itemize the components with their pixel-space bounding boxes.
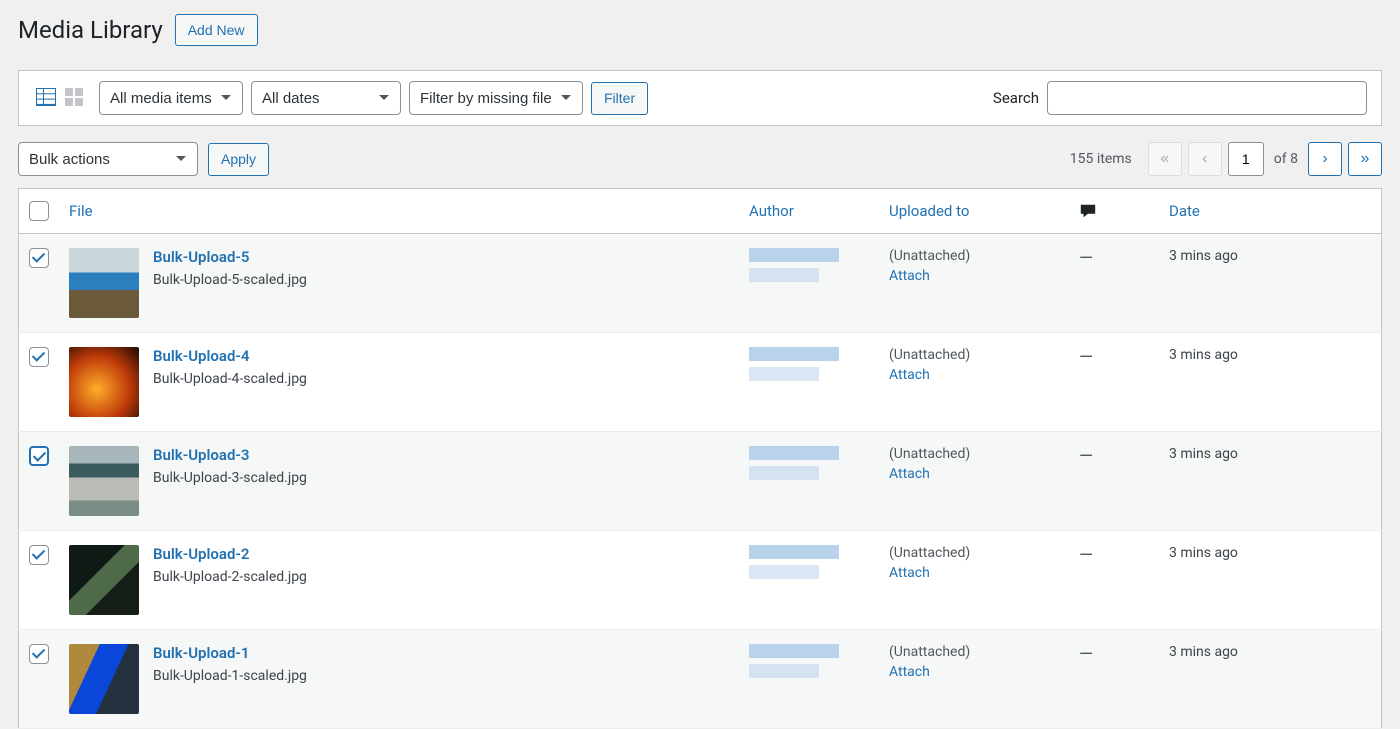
comments-count: —: [1079, 446, 1093, 467]
bulk-actions-select[interactable]: Bulk actions: [18, 142, 198, 176]
date-value: 3 mins ago: [1169, 347, 1238, 363]
attach-link[interactable]: Attach: [889, 367, 1059, 383]
author-redacted: [749, 367, 819, 381]
media-type-select[interactable]: All media items: [99, 81, 243, 115]
row-checkbox[interactable]: [29, 347, 49, 367]
author-redacted: [749, 466, 819, 480]
chevron-right-icon: ›: [1322, 150, 1327, 168]
thumbnail[interactable]: [69, 545, 139, 615]
list-view-button[interactable]: [33, 85, 59, 111]
chevron-left-icon: ‹: [1202, 150, 1207, 168]
col-uploaded-to[interactable]: Uploaded to: [889, 202, 969, 220]
table-row: Bulk-Upload-3 Bulk-Upload-3-scaled.jpg (Un…: [19, 432, 1382, 531]
date-value: 3 mins ago: [1169, 248, 1238, 264]
last-page-button[interactable]: »: [1348, 142, 1382, 176]
uploaded-to-status: (Unattached): [889, 446, 1059, 462]
search-label: Search: [993, 89, 1039, 107]
search-input[interactable]: [1047, 81, 1367, 115]
filter-bar: All media items All dates Filter by miss…: [18, 70, 1382, 126]
uploaded-to-status: (Unattached): [889, 347, 1059, 363]
thumbnail[interactable]: [69, 347, 139, 417]
filter-button[interactable]: Filter: [591, 82, 648, 114]
author-redacted: [749, 565, 819, 579]
comments-icon[interactable]: [1079, 202, 1149, 220]
table-row: Bulk-Upload-4 Bulk-Upload-4-scaled.jpg (Un…: [19, 333, 1382, 432]
file-title-link[interactable]: Bulk-Upload-3: [153, 446, 307, 464]
file-title-link[interactable]: Bulk-Upload-1: [153, 644, 307, 662]
grid-view-button[interactable]: [61, 85, 87, 111]
double-chevron-left-icon: «: [1160, 150, 1169, 168]
author-redacted: [749, 268, 819, 282]
author-redacted: [749, 664, 819, 678]
comments-count: —: [1079, 545, 1093, 566]
file-name: Bulk-Upload-1-scaled.jpg: [153, 668, 307, 684]
row-checkbox[interactable]: [29, 446, 49, 466]
attach-link[interactable]: Attach: [889, 565, 1059, 581]
file-name: Bulk-Upload-4-scaled.jpg: [153, 371, 307, 387]
author-redacted: [749, 248, 839, 262]
col-date[interactable]: Date: [1169, 202, 1200, 220]
attach-link[interactable]: Attach: [889, 664, 1059, 680]
current-page-input[interactable]: [1228, 142, 1264, 176]
add-new-button[interactable]: Add New: [175, 14, 258, 46]
page-title: Media Library: [18, 16, 163, 44]
row-checkbox[interactable]: [29, 248, 49, 268]
date-value: 3 mins ago: [1169, 446, 1238, 462]
attach-link[interactable]: Attach: [889, 466, 1059, 482]
row-checkbox[interactable]: [29, 644, 49, 664]
file-name: Bulk-Upload-2-scaled.jpg: [153, 569, 307, 585]
prev-page-button[interactable]: ‹: [1188, 142, 1222, 176]
file-name: Bulk-Upload-3-scaled.jpg: [153, 470, 307, 486]
file-title-link[interactable]: Bulk-Upload-4: [153, 347, 307, 365]
double-chevron-right-icon: »: [1361, 150, 1370, 168]
thumbnail[interactable]: [69, 248, 139, 318]
list-icon: [34, 85, 58, 112]
next-page-button[interactable]: ›: [1308, 142, 1342, 176]
author-redacted: [749, 644, 839, 658]
date-select[interactable]: All dates: [251, 81, 401, 115]
thumbnail[interactable]: [69, 446, 139, 516]
file-title-link[interactable]: Bulk-Upload-5: [153, 248, 307, 266]
table-row: Bulk-Upload-5 Bulk-Upload-5-scaled.jpg (Un…: [19, 234, 1382, 333]
uploaded-to-status: (Unattached): [889, 248, 1059, 264]
first-page-button[interactable]: «: [1148, 142, 1182, 176]
missing-file-select[interactable]: Filter by missing file: [409, 81, 583, 115]
author-redacted: [749, 446, 839, 460]
media-table: File Author Uploaded to Date Bulk-Upload…: [18, 188, 1382, 729]
table-row: Bulk-Upload-1 Bulk-Upload-1-scaled.jpg (Un…: [19, 630, 1382, 729]
grid-icon: [62, 85, 86, 112]
col-file[interactable]: File: [69, 202, 93, 220]
page-of-text: of 8: [1270, 151, 1302, 167]
uploaded-to-status: (Unattached): [889, 545, 1059, 561]
date-value: 3 mins ago: [1169, 545, 1238, 561]
table-row: Bulk-Upload-2 Bulk-Upload-2-scaled.jpg (Un…: [19, 531, 1382, 630]
author-redacted: [749, 347, 839, 361]
comments-count: —: [1079, 644, 1093, 665]
items-count: 155 items: [1070, 151, 1132, 167]
apply-button[interactable]: Apply: [208, 143, 269, 175]
select-all-checkbox[interactable]: [29, 201, 49, 221]
file-name: Bulk-Upload-5-scaled.jpg: [153, 272, 307, 288]
col-author[interactable]: Author: [749, 202, 794, 220]
comments-count: —: [1079, 347, 1093, 368]
author-redacted: [749, 545, 839, 559]
comments-count: —: [1079, 248, 1093, 269]
date-value: 3 mins ago: [1169, 644, 1238, 660]
row-checkbox[interactable]: [29, 545, 49, 565]
file-title-link[interactable]: Bulk-Upload-2: [153, 545, 307, 563]
thumbnail[interactable]: [69, 644, 139, 714]
uploaded-to-status: (Unattached): [889, 644, 1059, 660]
attach-link[interactable]: Attach: [889, 268, 1059, 284]
